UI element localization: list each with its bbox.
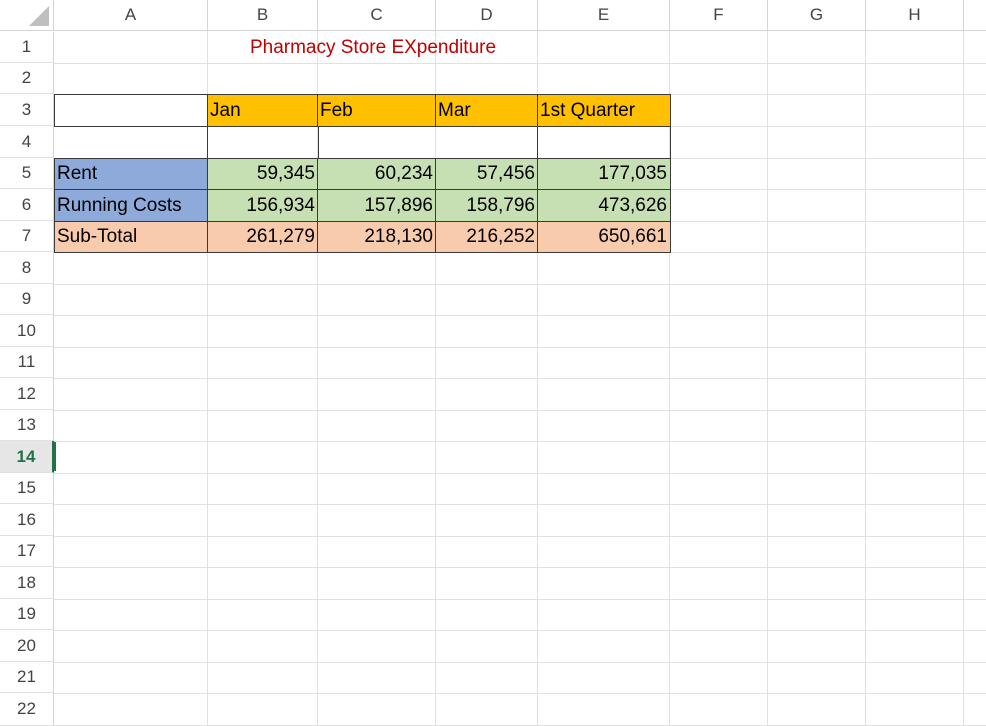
row-header-21[interactable]: 21	[0, 662, 54, 693]
row-header-13[interactable]: 13	[0, 410, 54, 441]
gridline	[54, 378, 986, 379]
cell-b4[interactable]	[207, 126, 319, 159]
column-header-a[interactable]: A	[54, 0, 208, 31]
running-costs-q1-cell[interactable]: 473,626	[537, 189, 671, 222]
gridline	[54, 410, 986, 411]
header-feb-cell[interactable]: Feb	[317, 94, 437, 127]
gridline	[54, 504, 986, 505]
rent-q1-cell[interactable]: 177,035	[537, 158, 671, 190]
column-header-e[interactable]: E	[538, 0, 670, 31]
row-header-5[interactable]: 5	[0, 158, 54, 189]
row-header-15[interactable]: 15	[0, 473, 54, 504]
gridline	[54, 599, 986, 600]
active-cell-indicator	[53, 442, 56, 471]
column-header-h[interactable]: H	[866, 0, 964, 31]
rent-feb-cell[interactable]: 60,234	[317, 158, 437, 190]
running-costs-jan-cell[interactable]: 156,934	[207, 189, 319, 222]
column-header-f[interactable]: F	[670, 0, 768, 31]
gridline	[54, 630, 986, 631]
select-all-triangle-icon	[29, 6, 49, 26]
gridline	[54, 347, 986, 348]
cell-e4[interactable]	[537, 126, 671, 159]
gridline	[54, 473, 986, 474]
row-header-7[interactable]: 7	[0, 221, 54, 252]
gridline	[54, 536, 986, 537]
running-costs-mar-cell[interactable]: 158,796	[435, 189, 539, 222]
gridline	[54, 693, 986, 694]
column-header-d[interactable]: D	[436, 0, 538, 31]
subtotal-q1-cell[interactable]: 650,661	[537, 221, 671, 253]
row-header-17[interactable]: 17	[0, 536, 54, 567]
row-header-19[interactable]: 19	[0, 599, 54, 630]
rent-jan-cell[interactable]: 59,345	[207, 158, 319, 190]
row-header-4[interactable]: 4	[0, 126, 54, 158]
row-header-3[interactable]: 3	[0, 94, 54, 126]
row-header-1[interactable]: 1	[0, 32, 54, 63]
column-header-b[interactable]: B	[208, 0, 318, 31]
subtotal-label-cell[interactable]: Sub-Total	[54, 221, 209, 253]
running-costs-label-cell[interactable]: Running Costs	[54, 189, 209, 222]
header-mar-cell[interactable]: Mar	[435, 94, 539, 127]
subtotal-feb-cell[interactable]: 218,130	[317, 221, 437, 253]
column-header-g[interactable]: G	[768, 0, 866, 31]
row-header-16[interactable]: 16	[0, 504, 54, 536]
row-header-11[interactable]: 11	[0, 347, 54, 378]
rent-mar-cell[interactable]: 57,456	[435, 158, 539, 190]
header-q1-cell[interactable]: 1st Quarter	[537, 94, 671, 127]
column-header-c[interactable]: C	[318, 0, 436, 31]
row-header-12[interactable]: 12	[0, 378, 54, 410]
row-header-20[interactable]: 20	[0, 630, 54, 662]
gridline	[54, 284, 986, 285]
subtotal-jan-cell[interactable]: 261,279	[207, 221, 319, 253]
gridline	[54, 63, 986, 64]
row-header-10[interactable]: 10	[0, 315, 54, 347]
gridline	[54, 315, 986, 316]
row-header-2[interactable]: 2	[0, 63, 54, 94]
subtotal-mar-cell[interactable]: 216,252	[435, 221, 539, 253]
column-header-i[interactable]	[964, 0, 986, 31]
header-jan-cell[interactable]: Jan	[207, 94, 319, 127]
gridline	[54, 441, 986, 442]
gridline	[54, 662, 986, 663]
running-costs-feb-cell[interactable]: 157,896	[317, 189, 437, 222]
select-all-corner[interactable]	[0, 0, 54, 31]
row-header-14[interactable]: 14	[0, 441, 54, 473]
gridline	[54, 567, 986, 568]
cell-a3[interactable]	[54, 94, 209, 127]
row-header-8[interactable]: 8	[0, 252, 54, 284]
rent-label-cell[interactable]: Rent	[54, 158, 209, 190]
row-header-18[interactable]: 18	[0, 567, 54, 599]
sheet-title-cell[interactable]: Pharmacy Store EXpenditure	[208, 32, 538, 63]
row-header-9[interactable]: 9	[0, 284, 54, 315]
row-header-6[interactable]: 6	[0, 189, 54, 221]
row-header-22[interactable]: 22	[0, 693, 54, 726]
